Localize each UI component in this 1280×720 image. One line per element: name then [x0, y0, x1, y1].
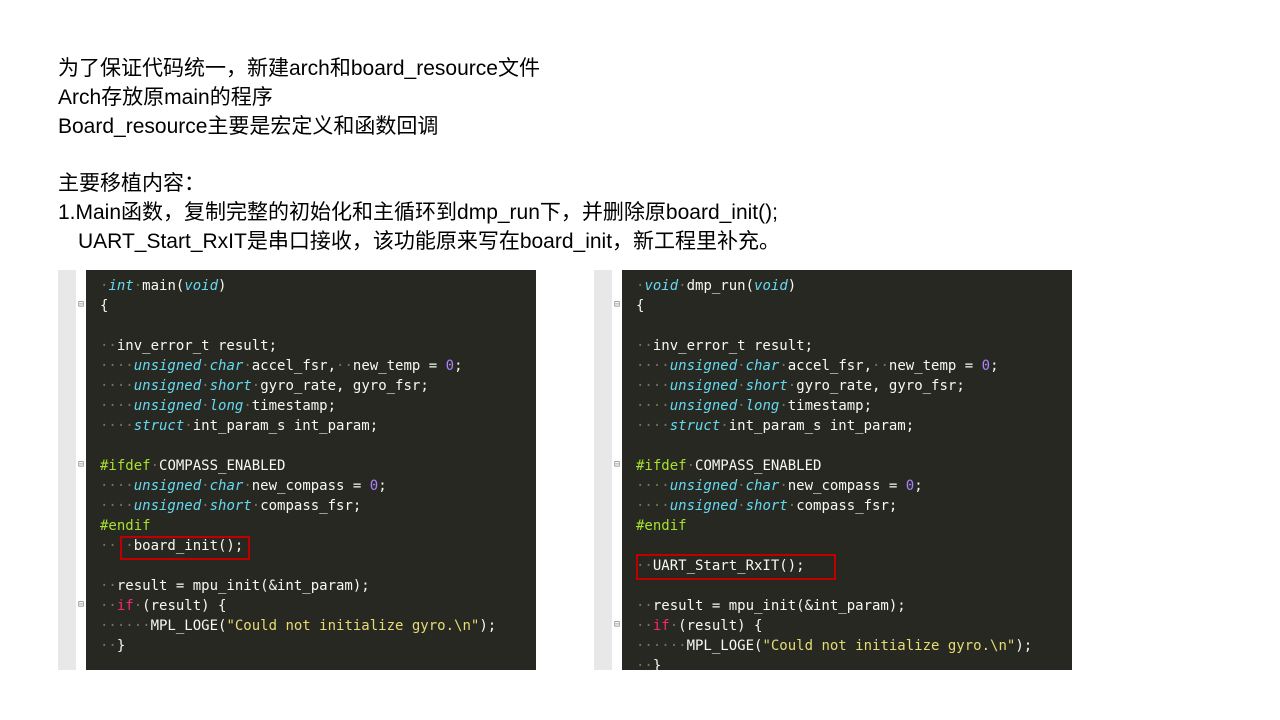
gutter [594, 270, 612, 670]
code-panel-dmp-run: ⊟ ⊟ ⊟ ·void·dmp_run(void) { ··inv_error_… [594, 270, 1072, 670]
spacer [58, 141, 1220, 169]
desc-line-2: Arch存放原main的程序 [58, 83, 1220, 112]
desc-line-5: 1.Main函数，复制完整的初始化和主循环到dmp_run下，并删除原board… [58, 198, 1220, 227]
code-panel-main: ⊟ ⊟ ⊟ ·int·main(void) { ··inv_error_t re… [58, 270, 536, 670]
desc-line-4: 主要移植内容： [58, 169, 1220, 198]
desc-line-3: Board_resource主要是宏定义和函数回调 [58, 112, 1220, 141]
desc-line-6: UART_Start_RxIT是串口接收，该功能原来写在board_init，新… [58, 227, 1220, 256]
gutter [58, 270, 76, 670]
code-block-dmp-run: ·void·dmp_run(void) { ··inv_error_t resu… [636, 276, 1072, 670]
code-block-main: ·int·main(void) { ··inv_error_t result; … [100, 276, 536, 656]
fold-marks: ⊟ ⊟ ⊟ [612, 276, 622, 636]
fold-marks: ⊟ ⊟ ⊟ [76, 276, 86, 636]
desc-line-1: 为了保证代码统一，新建arch和board_resource文件 [58, 54, 1220, 83]
